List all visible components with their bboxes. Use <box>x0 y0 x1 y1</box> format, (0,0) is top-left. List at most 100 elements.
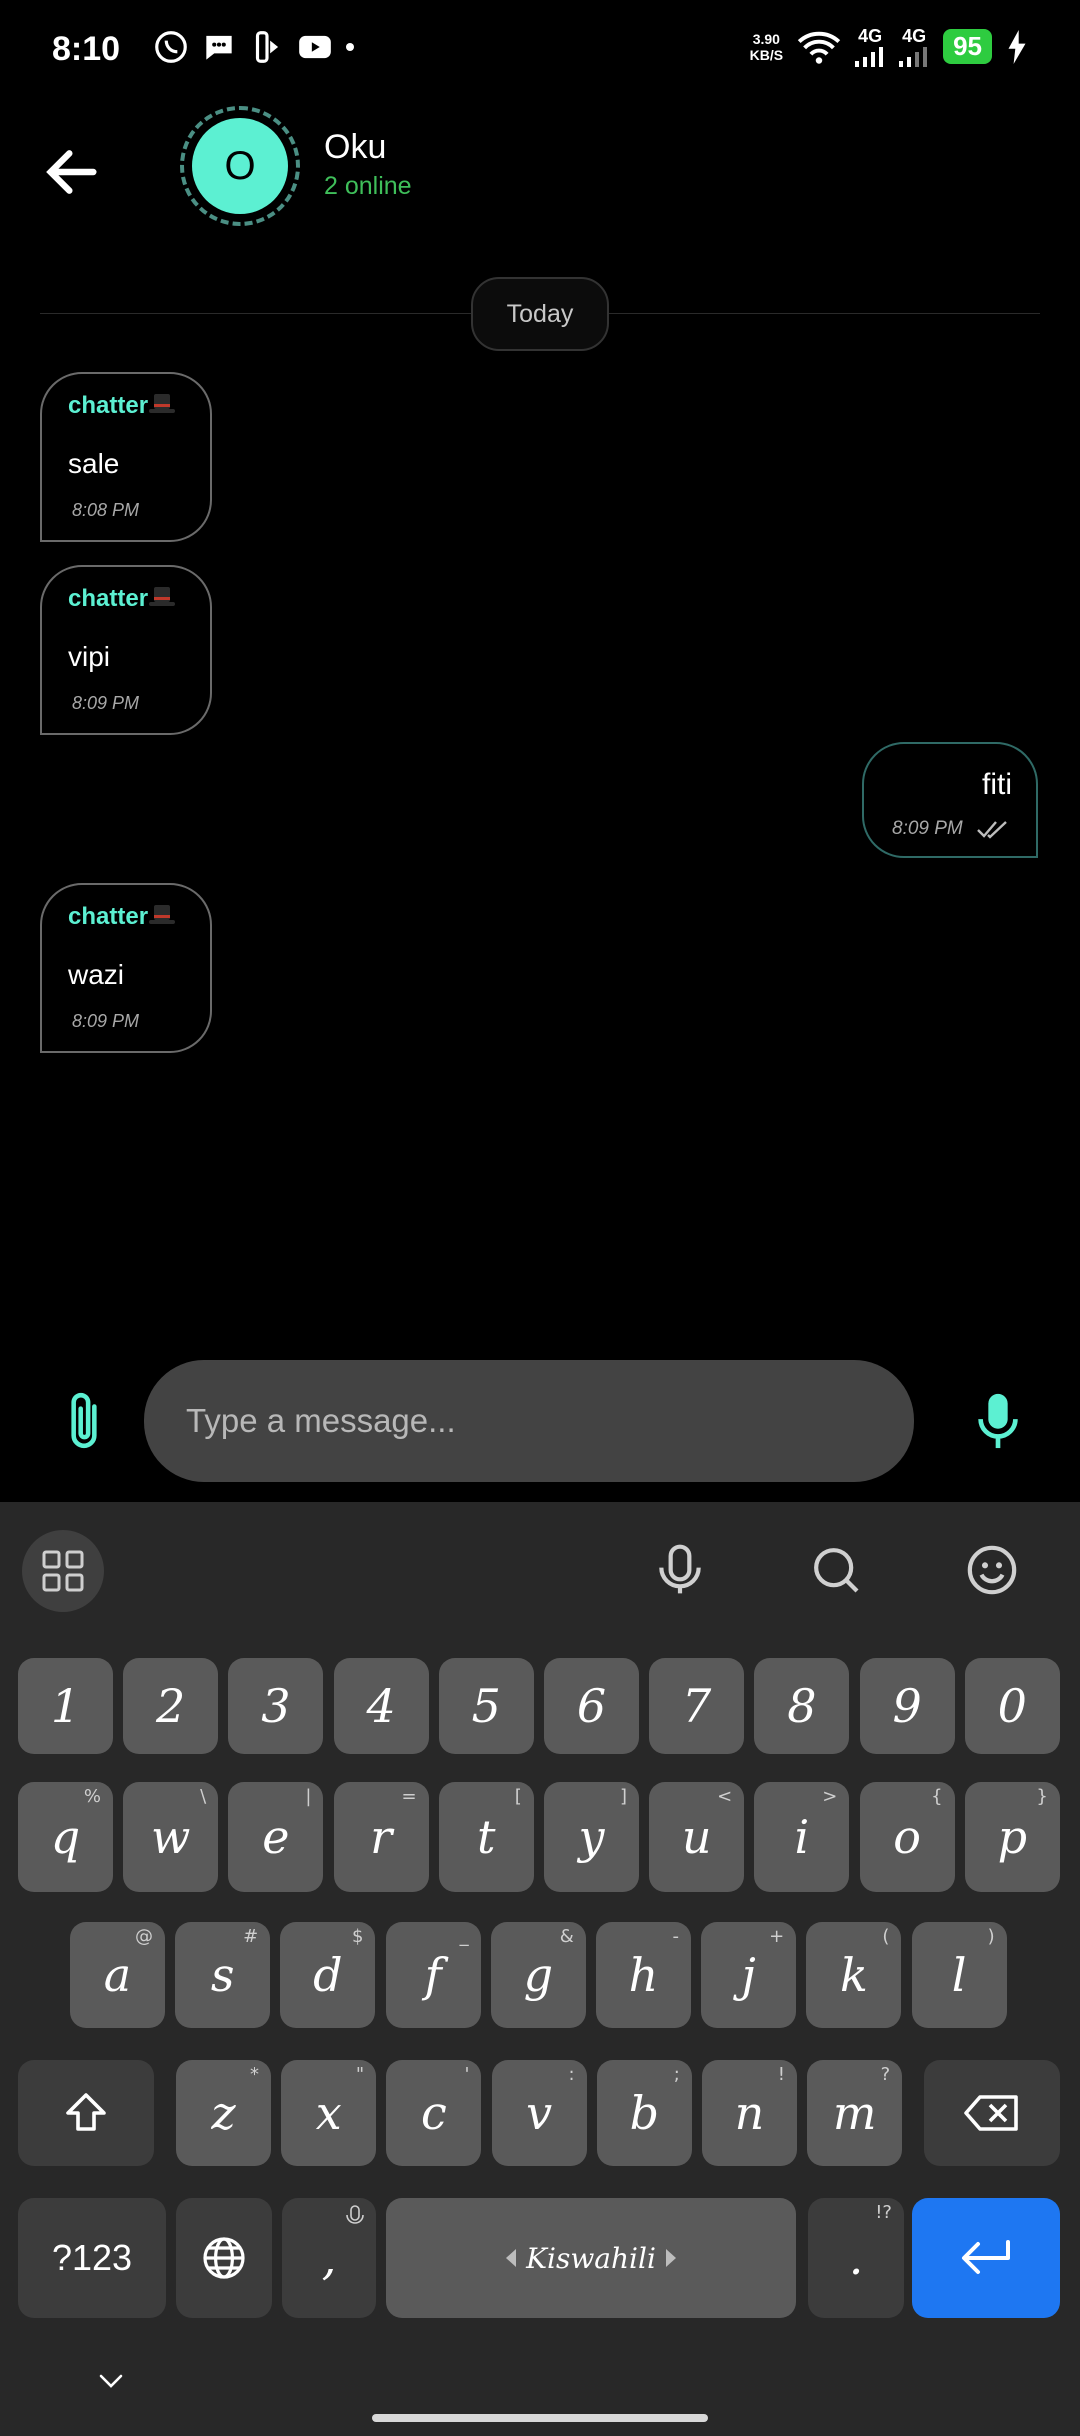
charging-icon <box>1008 29 1026 64</box>
space-left-arrow-icon <box>506 2249 516 2267</box>
enter-icon <box>962 2240 1010 2274</box>
key-r[interactable]: r = <box>333 1782 429 1892</box>
message-text: wazi <box>68 959 125 990</box>
key-0[interactable]: 0 <box>964 1658 1060 1754</box>
voice-record-icon[interactable] <box>976 1392 1020 1450</box>
network-speed: 3.90 KB/S <box>749 30 784 63</box>
signal-1: 4G <box>855 26 885 67</box>
key-2[interactable]: 2 <box>123 1658 219 1754</box>
key-y[interactable]: y] <box>544 1782 639 1892</box>
message-icon <box>206 35 232 60</box>
symbols-key[interactable]: ?123 <box>18 2198 166 2318</box>
top-hat-icon <box>149 905 176 924</box>
date-divider: Today <box>471 277 609 351</box>
attach-icon[interactable] <box>62 1390 106 1452</box>
key-3[interactable]: 3 <box>228 1658 324 1754</box>
key-i[interactable]: i > <box>754 1782 850 1892</box>
backspace-key[interactable] <box>924 2060 1060 2166</box>
key-v[interactable]: v: <box>491 2060 587 2166</box>
battery-level: 95 <box>943 29 992 64</box>
notification-icons <box>152 28 356 66</box>
mic-hint-icon <box>346 2205 364 2224</box>
key-k[interactable]: k( <box>806 1922 902 2028</box>
signal-icon <box>855 47 884 67</box>
backspace-icon <box>964 2095 1018 2131</box>
key-d[interactable]: d $ <box>280 1922 376 2028</box>
shift-icon <box>66 2093 106 2131</box>
chat-header: O Oku 2 online <box>0 100 1080 250</box>
wifi-icon <box>797 31 841 64</box>
key-g[interactable]: g & <box>490 1922 586 2028</box>
shift-key[interactable] <box>18 2060 154 2166</box>
message-sender: chatter <box>68 903 210 931</box>
key-l[interactable]: l) <box>911 1922 1007 2028</box>
whatsapp-icon <box>155 31 187 63</box>
key-m[interactable]: m? <box>807 2060 903 2166</box>
keyboard-menu-button[interactable] <box>22 1530 104 1612</box>
message-time: 8:08 PM <box>72 500 140 520</box>
key-8[interactable]: 8 <box>754 1658 850 1754</box>
key-o[interactable]: o{ <box>859 1782 955 1892</box>
back-arrow-icon[interactable] <box>40 140 104 204</box>
keyboard-toolbar <box>0 1502 1080 1636</box>
key-u[interactable]: u < <box>649 1782 745 1892</box>
status-bar: 8:10 3.90 KB/S 4G 4G 95 <box>0 0 1080 100</box>
avatar-ring[interactable]: O <box>180 106 300 226</box>
emoji-icon[interactable] <box>964 1542 1020 1598</box>
search-icon[interactable] <box>808 1542 864 1598</box>
key-7[interactable]: 7 <box>649 1658 745 1754</box>
key-9[interactable]: 9 <box>859 1658 955 1754</box>
enter-key[interactable] <box>912 2198 1060 2318</box>
key-e[interactable]: e | <box>228 1782 324 1892</box>
key-4[interactable]: 4 <box>333 1658 429 1754</box>
keyboard: 1234567890 q% w \ e | r = t[y] u < i > o{p} a @ s # d $ f _… <box>0 1502 1080 2436</box>
chat-title[interactable]: Oku <box>324 128 386 167</box>
incoming-message[interactable]: chatter wazi 8:09 PM <box>40 883 212 1053</box>
key-w[interactable]: w \ <box>123 1782 219 1892</box>
incoming-message[interactable]: chatter vipi 8:09 PM <box>40 565 212 735</box>
space-right-arrow-icon <box>666 2249 676 2267</box>
key-1[interactable]: 1 <box>18 1658 113 1754</box>
chevron-down-icon[interactable] <box>96 2370 126 2394</box>
space-language-label: Kiswahili <box>526 2241 656 2275</box>
period-key[interactable]: . !? <box>808 2198 904 2318</box>
message-time: 8:09 PM <box>72 1011 140 1031</box>
key-n[interactable]: n! <box>702 2060 797 2166</box>
key-h[interactable]: h- <box>596 1922 691 2028</box>
key-5[interactable]: 5 <box>438 1658 534 1754</box>
key-c[interactable]: c ' <box>386 2060 482 2166</box>
message-text: vipi <box>68 641 111 672</box>
key-f[interactable]: f _ <box>385 1922 481 2028</box>
double-check-icon <box>977 821 1007 839</box>
language-key[interactable] <box>176 2198 272 2318</box>
key-6[interactable]: 6 <box>544 1658 639 1754</box>
status-time: 8:10 <box>52 30 121 68</box>
incoming-message[interactable]: chatter sale 8:08 PM <box>40 372 212 542</box>
message-time: 8:09 PM <box>72 693 140 713</box>
key-j[interactable]: j + <box>701 1922 797 2028</box>
space-key[interactable]: Kiswahili <box>386 2198 796 2318</box>
message-text: sale <box>68 448 120 479</box>
key-a[interactable]: a @ <box>70 1922 165 2028</box>
key-z[interactable]: z * <box>176 2060 271 2166</box>
message-input[interactable]: Type a message... <box>144 1360 914 1482</box>
key-x[interactable]: x " <box>281 2060 377 2166</box>
more-notifications-icon <box>346 43 354 51</box>
voice-input-icon[interactable] <box>652 1542 708 1598</box>
key-p[interactable]: p} <box>964 1782 1060 1892</box>
youtube-icon <box>299 35 331 59</box>
key-t[interactable]: t[ <box>438 1782 534 1892</box>
key-s[interactable]: s # <box>175 1922 271 2028</box>
key-q[interactable]: q% <box>18 1782 113 1892</box>
key-b[interactable]: b; <box>596 2060 692 2166</box>
app-icon <box>255 31 279 63</box>
message-time: 8:09 PM <box>892 818 963 839</box>
outgoing-message[interactable]: fiti 8:09 PM <box>862 742 1038 858</box>
message-sender: chatter <box>68 392 210 420</box>
top-hat-icon <box>149 587 176 606</box>
comma-key[interactable]: , <box>282 2198 376 2318</box>
gesture-bar[interactable] <box>372 2414 708 2422</box>
signal-icon <box>899 47 928 67</box>
grid-icon <box>42 1550 84 1592</box>
message-input-placeholder: Type a message... <box>186 1402 456 1439</box>
